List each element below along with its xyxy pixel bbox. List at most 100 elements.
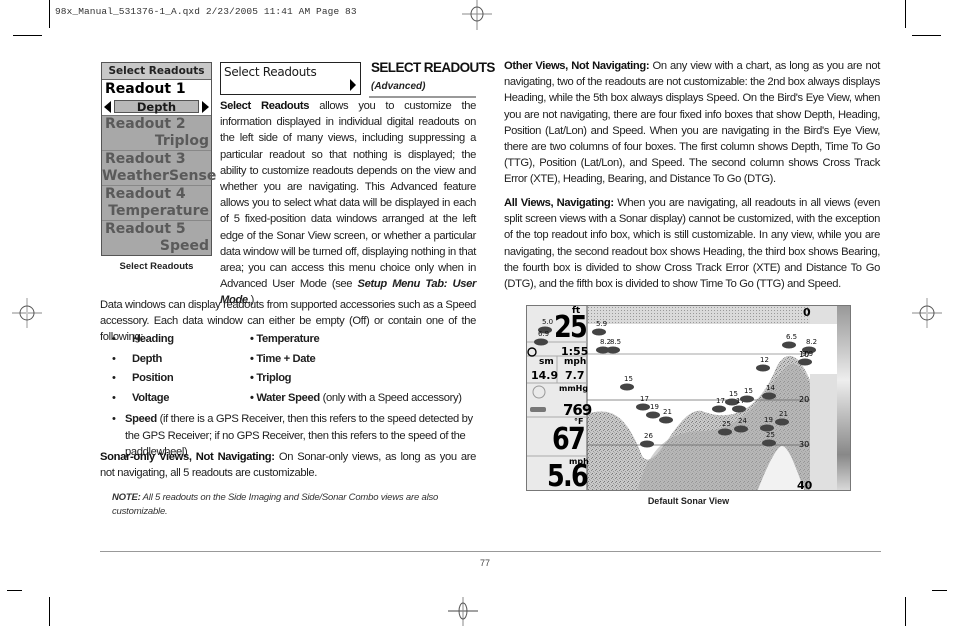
fish-depth-label: 12 (760, 356, 769, 364)
crop-mark (49, 597, 50, 626)
trip-speed-readout: 7.7 (565, 369, 585, 382)
fish-icon (534, 338, 548, 346)
fish-depth-label: 15 (624, 375, 633, 383)
readout-label: Readout 4 (105, 186, 186, 202)
crop-mark (912, 35, 941, 36)
fish-depth-label: 26 (644, 432, 653, 440)
fish-icon (798, 358, 812, 366)
crop-mark (905, 597, 906, 626)
trip-unit-right: mph (564, 357, 587, 367)
paragraph-lead: Other Views, Not Navigating: (504, 60, 650, 72)
menu-item-readout-1[interactable]: Readout 1 Depth (102, 80, 211, 116)
section-subtitle: (Advanced) (371, 81, 426, 92)
bullet-icon: • (112, 333, 116, 345)
fish-icon (762, 439, 776, 447)
menu-title: Select Readouts (102, 63, 211, 80)
fish-depth-label: 6.5 (786, 333, 797, 341)
registration-mark-icon (462, 0, 492, 30)
arrow-right-icon (350, 79, 356, 91)
readout-label: Readout 3 (105, 151, 186, 167)
trip-unit-left: sm (539, 357, 554, 367)
note: NOTE: All 5 readouts on the Side Imaging… (112, 491, 476, 519)
fish-icon (646, 411, 660, 419)
note-body: All 5 readouts on the Side Imaging and S… (112, 492, 439, 517)
fish-depth-label: 8.5 (610, 338, 621, 346)
arrow-left-icon[interactable] (104, 101, 111, 113)
crop-mark (49, 0, 50, 28)
figure-caption: Default Sonar View (647, 496, 730, 506)
depth-readout: 25 (554, 310, 588, 345)
bullet-item: • Water Speed (only with a Speed accesso… (250, 392, 462, 404)
menu-item-readout-5[interactable]: Readout 5 Speed (102, 221, 211, 256)
fish-icon (775, 418, 789, 426)
readout-value: Depth (114, 100, 199, 113)
sonar-view-screenshot: 5.0 6.9 5.9 8.2 8.5 15 17 19 21 26 17 15 17 15 14 25 24 1… (526, 305, 851, 491)
depth-scale-label: 30 (799, 440, 810, 449)
paragraph-body: When you are navigating, all readouts in… (504, 197, 880, 291)
fish-icon (592, 328, 606, 336)
menu-item-readout-3[interactable]: Readout 3 WeatherSense (102, 151, 217, 186)
bullet-icon: • (112, 353, 116, 365)
fish-depth-label: 6.9 (538, 330, 549, 338)
readout-value-selector[interactable]: Depth (104, 99, 209, 114)
bullet-label: Voltage (132, 392, 170, 404)
fish-depth-label: 25 (722, 420, 731, 428)
fish-icon (620, 383, 634, 391)
menu-item-readout-4[interactable]: Readout 4 Temperature (102, 186, 211, 221)
bullet-item: • Voltage (112, 392, 169, 404)
pressure-arrow-icon (530, 407, 546, 412)
readout-value: WeatherSense (102, 168, 217, 184)
fish-icon (712, 405, 726, 413)
paragraph-lead: Sonar-only Views, Not Navigating: (100, 451, 275, 463)
readout-value: Speed (159, 238, 209, 254)
bullet-label: Speed (125, 413, 157, 425)
fish-depth-label: 25 (766, 431, 775, 439)
fish-icon (636, 403, 650, 411)
bullet-label: Depth (132, 353, 162, 365)
fish-depth-label: 15 (744, 387, 753, 395)
menu-item-readout-2[interactable]: Readout 2 Triplog (102, 116, 211, 151)
section-title: SELECT READOUTS (371, 60, 495, 75)
readout-label: Readout 2 (105, 116, 186, 132)
crop-mark (13, 35, 42, 36)
registration-mark-icon (448, 597, 478, 626)
fish-depth-label: 19 (764, 416, 773, 424)
sonar-only-paragraph: Sonar-only Views, Not Navigating: On Son… (100, 449, 476, 481)
menu-tab-label: Select Readouts (224, 65, 317, 79)
surface-clutter (587, 306, 837, 324)
bullet-item: • Temperature (250, 333, 320, 345)
fish-depth-label: 14 (766, 384, 775, 392)
fish-icon (782, 341, 796, 349)
bullet-icon: • (112, 392, 116, 404)
print-slug: 98x_Manual_531376-1_A.qxd 2/23/2005 11:4… (55, 6, 357, 17)
bullet-item: • Heading (112, 333, 174, 345)
readout-label: Readout 1 (105, 81, 186, 97)
readout-value: Temperature (108, 203, 209, 219)
crop-mark (7, 590, 22, 591)
fish-icon (740, 395, 754, 403)
bullet-item: • Triplog (250, 372, 292, 384)
intro-body: allows you to customize the information … (220, 100, 476, 291)
fish-depth-label: 19 (650, 403, 659, 411)
page-number: 77 (480, 558, 491, 568)
fish-depth-label: 5.9 (596, 320, 607, 328)
trip-distance-readout: 14.9 (531, 369, 559, 382)
intro-lead: Select Readouts (220, 100, 310, 112)
bullet-item: • Depth (112, 353, 162, 365)
fish-depth-label: 21 (663, 408, 672, 416)
speed-readout: 5.6 (547, 459, 589, 491)
depth-scale-label: 10 (799, 350, 810, 359)
fish-icon (762, 392, 776, 400)
depth-scale-label: 0 (803, 306, 811, 319)
arrow-right-icon[interactable] (202, 101, 209, 113)
fish-icon (756, 364, 770, 372)
fish-icon (640, 440, 654, 448)
readout-label: Readout 5 (105, 221, 186, 237)
bullet-icon: • (112, 372, 116, 384)
fish-depth-label: 5.0 (542, 318, 553, 326)
temp-readout: 67 (552, 422, 586, 457)
depth-scale-label: 20 (799, 395, 810, 404)
intro-paragraph: Select Readouts allows you to customize … (220, 98, 476, 309)
menu-tab-select-readouts[interactable]: Select Readouts (220, 62, 361, 95)
bullet-item: • Time + Date (250, 353, 316, 365)
